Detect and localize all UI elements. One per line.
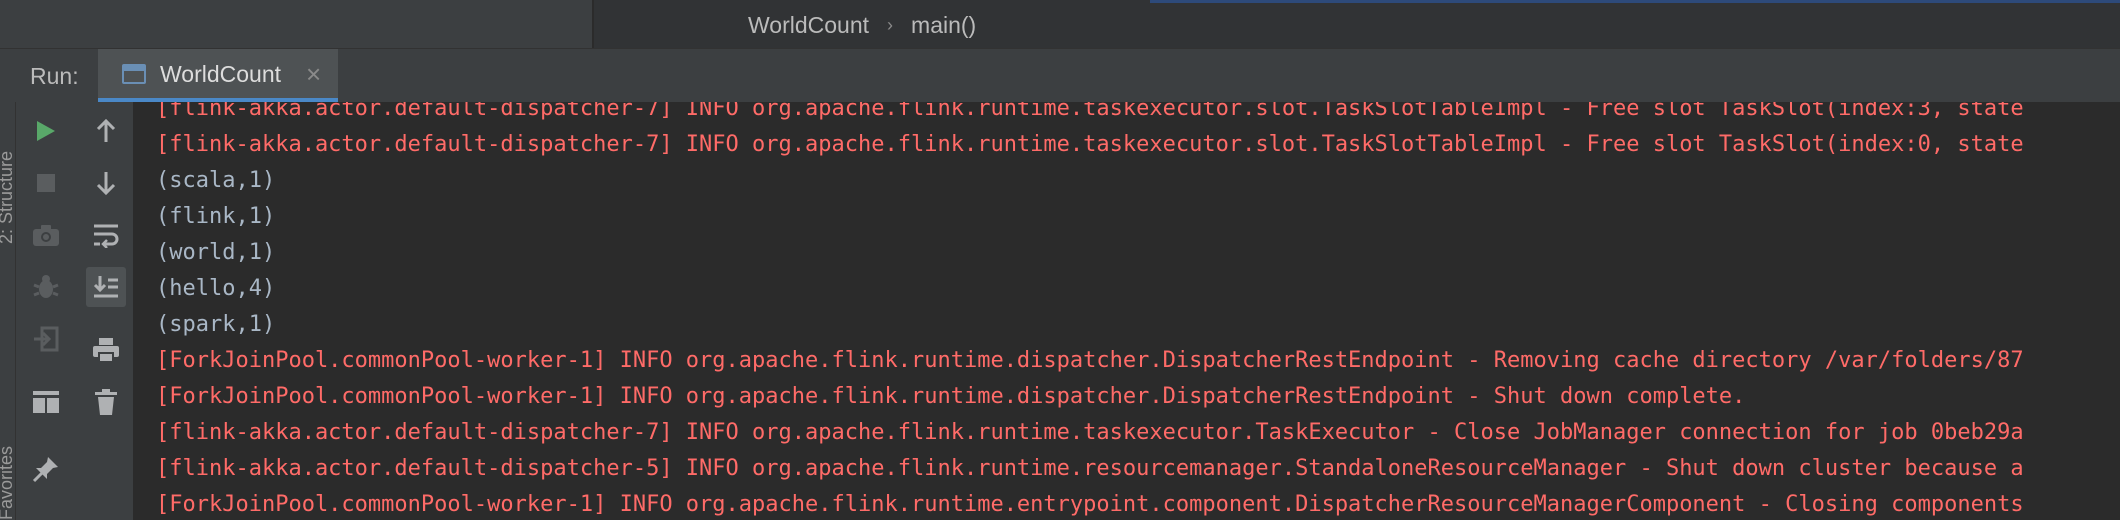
debug-bug-icon xyxy=(33,275,59,298)
console-log-line: [flink-akka.actor.default-dispatcher-7] … xyxy=(156,102,2024,121)
console-output-line: (scala,1) xyxy=(156,168,276,193)
console-log-line: [ForkJoinPool.commonPool-worker-1] INFO … xyxy=(156,348,2024,373)
breadcrumb-item-method[interactable]: main() xyxy=(911,12,976,39)
exit-button[interactable] xyxy=(26,319,66,359)
console-output-line: (flink,1) xyxy=(156,204,276,229)
stop-icon xyxy=(37,174,55,192)
console-window-icon xyxy=(122,64,146,84)
rerun-button[interactable] xyxy=(26,111,66,151)
editor-navigation-bar: WorldCount › main() xyxy=(0,0,2120,48)
panel-divider xyxy=(592,0,594,48)
rerun-icon xyxy=(37,121,55,141)
run-toolbar-primary xyxy=(16,102,82,520)
console-log-line: [ForkJoinPool.commonPool-worker-1] INFO … xyxy=(156,492,2024,517)
clear-all-button[interactable] xyxy=(86,382,126,422)
soft-wrap-icon xyxy=(94,224,119,248)
dump-threads-button[interactable] xyxy=(26,215,66,255)
previous-occurrence-button[interactable] xyxy=(86,111,126,151)
left-tool-stripe: 2: Structure Favorites xyxy=(0,102,16,520)
pin-button[interactable] xyxy=(26,449,66,489)
console-output-line: (hello,4) xyxy=(156,276,276,301)
exit-icon xyxy=(34,326,59,352)
console-output[interactable]: [flink-akka.actor.default-dispatcher-7] … xyxy=(134,102,2120,520)
soft-wrap-button[interactable] xyxy=(86,215,126,255)
ide-window: WorldCount › main() Run: WorldCount × 2:… xyxy=(0,0,2120,520)
print-icon xyxy=(93,338,119,363)
next-occurrence-button[interactable] xyxy=(86,163,126,203)
arrow-down-icon xyxy=(96,172,116,196)
editor-left-panel xyxy=(0,0,592,48)
layout-icon xyxy=(33,391,59,413)
pin-icon xyxy=(32,457,58,483)
editor-accent-line xyxy=(1150,0,2120,3)
scroll-to-end-button[interactable] xyxy=(86,267,126,307)
console-output-line: (spark,1) xyxy=(156,312,276,337)
console-log-line: [ForkJoinPool.commonPool-worker-1] INFO … xyxy=(156,384,1746,409)
console-log-line: [flink-akka.actor.default-dispatcher-7] … xyxy=(156,420,2024,445)
console-lines: [flink-akka.actor.default-dispatcher-7] … xyxy=(156,102,2024,520)
console-log-line: [flink-akka.actor.default-dispatcher-7] … xyxy=(156,132,2024,157)
run-toolbar-secondary xyxy=(82,102,134,520)
stop-button[interactable] xyxy=(26,163,66,203)
layout-button[interactable] xyxy=(26,382,66,422)
camera-icon xyxy=(33,225,59,246)
tab-label: WorldCount xyxy=(160,61,282,87)
favorites-tool-button[interactable]: Favorites xyxy=(0,446,17,520)
arrow-up-icon xyxy=(96,118,116,142)
structure-tool-button[interactable]: 2: Structure xyxy=(0,151,17,244)
console-log-line: [flink-akka.actor.default-dispatcher-5] … xyxy=(156,456,2024,481)
breadcrumb: WorldCount › main() xyxy=(748,10,976,40)
tab-worldcount[interactable]: WorldCount × xyxy=(98,49,338,102)
breadcrumb-item-class[interactable]: WorldCount xyxy=(748,12,869,39)
run-tool-window-header: Run: WorldCount × xyxy=(0,48,2120,102)
run-label: Run: xyxy=(30,63,79,89)
breadcrumb-separator: › xyxy=(887,14,894,35)
scroll-to-end-icon xyxy=(93,276,118,298)
debug-button[interactable] xyxy=(26,267,66,307)
console-output-line: (world,1) xyxy=(156,240,276,265)
close-icon[interactable]: × xyxy=(306,59,321,89)
trash-icon xyxy=(95,389,117,415)
print-button[interactable] xyxy=(86,330,126,370)
